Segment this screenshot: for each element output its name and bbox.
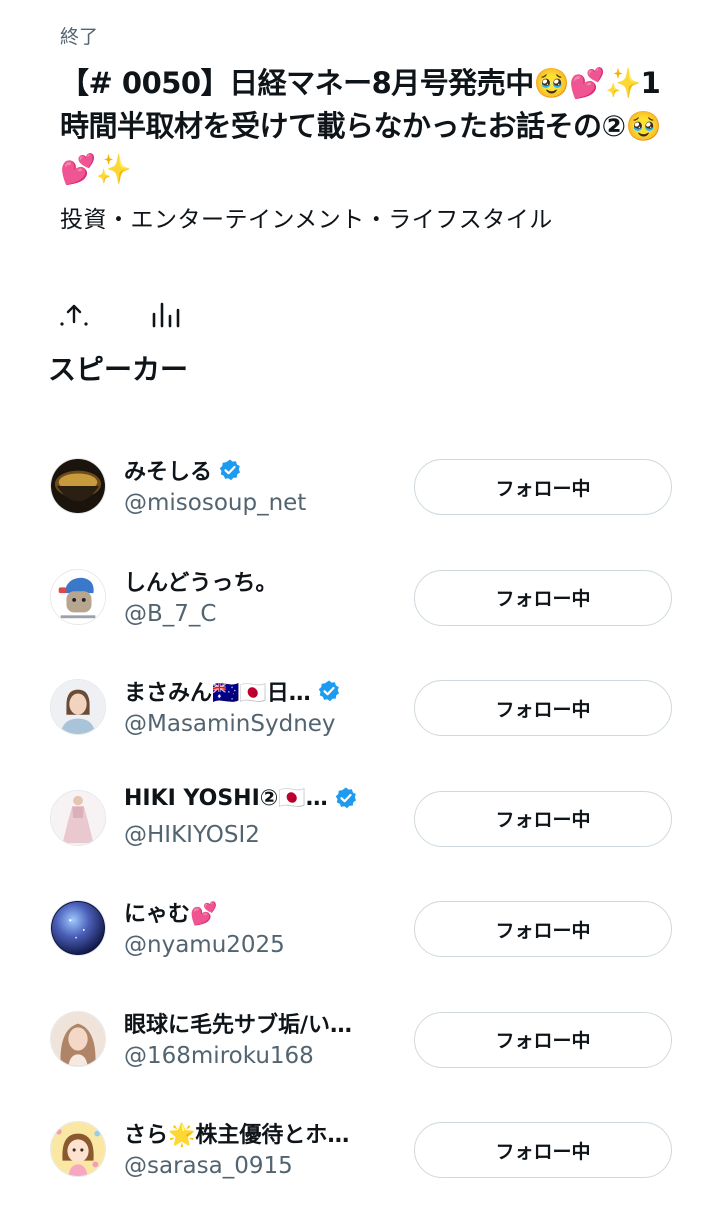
following-button[interactable]: フォロー中: [414, 790, 672, 847]
speaker-handle: @sarasa_0915: [124, 1153, 293, 1179]
space-status: 終了: [60, 26, 99, 48]
speaker-row: にゃむ💕 @nyamu2025 フォロー中: [0, 876, 719, 987]
speaker-row: まさみん🇦🇺🇯🇵日… @MasaminSydney フォロー中: [0, 655, 719, 766]
character-avatar-icon: [51, 569, 105, 624]
speaker-name: さら🌟株主優待とホ…: [124, 1123, 350, 1148]
following-button[interactable]: フォロー中: [414, 459, 672, 515]
speaker-handle: @168miroku168: [124, 1042, 314, 1069]
speaker-name-line: みそしる: [124, 454, 394, 486]
avatar[interactable]: [50, 900, 106, 956]
speaker-handle: @misosoup_net: [124, 490, 307, 516]
speaker-row: 眼球に毛先サブ垢/い… @168miroku168 フォロー中: [0, 987, 719, 1098]
galaxy-orb-avatar-icon: [51, 901, 105, 955]
speaker-name-line: にゃむ💕: [124, 896, 394, 928]
speaker-row: みそしる @misosoup_net フォロー中: [0, 434, 719, 545]
speaker-name-line: 眼球に毛先サブ垢/い…: [124, 1007, 394, 1039]
speaker-list: みそしる @misosoup_net フォロー中 しんどうっち。 @B_7_C …: [0, 434, 719, 1208]
following-button[interactable]: フォロー中: [414, 569, 672, 626]
speakers-section-title: スピーカー: [48, 353, 189, 386]
speaker-handle: @nyamu2025: [124, 932, 285, 958]
avatar[interactable]: [50, 1121, 106, 1177]
share-icon[interactable]: [58, 302, 90, 328]
stats-icon[interactable]: [150, 300, 182, 328]
avatar[interactable]: [50, 568, 106, 625]
miso-bowl-avatar-icon: [51, 459, 105, 513]
following-button[interactable]: フォロー中: [414, 1011, 672, 1068]
space-title: 【# 0050】日経マネー8月号発売中🥹💕✨1時間半取材を受けて載らなかったお話…: [60, 66, 662, 186]
following-button[interactable]: フォロー中: [414, 1122, 672, 1178]
avatar[interactable]: [50, 1010, 106, 1067]
speaker-name: まさみん🇦🇺🇯🇵日…: [124, 681, 311, 706]
speaker-row: HIKI YOSHI②🇯🇵… @HIKIYOSI2 フォロー中: [0, 766, 719, 877]
avatar[interactable]: [50, 679, 106, 735]
speaker-name: しんどうっち。: [124, 570, 278, 596]
verified-badge-icon: [219, 459, 241, 481]
following-button[interactable]: フォロー中: [414, 680, 672, 736]
speaker-name: みそしる: [124, 460, 213, 485]
speaker-name: HIKI YOSHI②🇯🇵…: [124, 785, 328, 811]
verified-badge-icon: [318, 680, 339, 702]
speaker-handle: @MasaminSydney: [124, 711, 336, 737]
speaker-name-line: HIKI YOSHI②🇯🇵…: [124, 786, 394, 811]
speaker-name-line: まさみん🇦🇺🇯🇵日…: [124, 675, 394, 707]
verified-badge-icon: [335, 787, 356, 809]
space-topics: 投資・エンターテインメント・ライフスタイル: [60, 207, 553, 233]
speaker-handle: @B_7_C: [124, 600, 217, 627]
speaker-handle: @HIKIYOSI2: [124, 821, 260, 848]
portrait-avatar-icon: [51, 680, 105, 734]
illustrated-girl-avatar-icon: [51, 1122, 105, 1176]
portrait-avatar-icon: [51, 1011, 105, 1066]
speaker-name-line: さら🌟株主優待とホ…: [124, 1117, 394, 1149]
speaker-row: さら🌟株主優待とホ… @sarasa_0915 フォロー中: [0, 1097, 719, 1208]
dress-avatar-icon: [51, 790, 105, 845]
speaker-name: 眼球に毛先サブ垢/い…: [124, 1012, 353, 1038]
avatar[interactable]: [50, 458, 106, 514]
speaker-name-line: しんどうっち。: [124, 565, 394, 597]
following-button[interactable]: フォロー中: [414, 901, 672, 957]
speaker-name: にゃむ💕: [124, 902, 218, 927]
speaker-row: しんどうっち。 @B_7_C フォロー中: [0, 545, 719, 656]
avatar[interactable]: [50, 789, 106, 846]
